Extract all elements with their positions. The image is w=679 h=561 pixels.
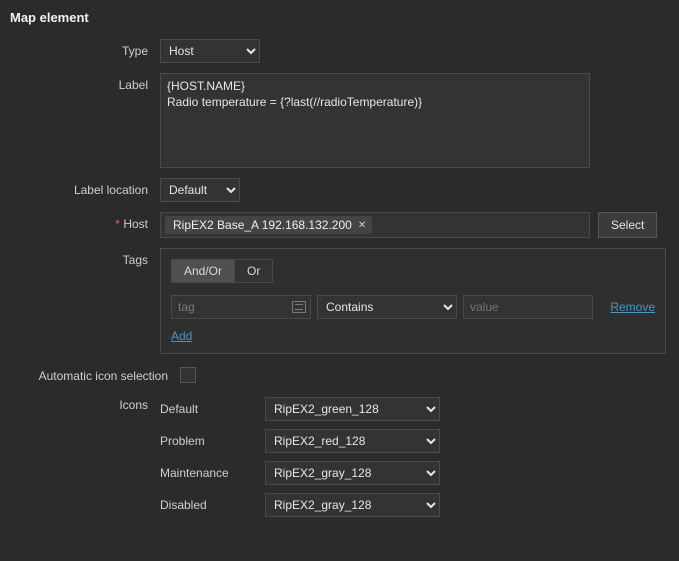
keyboard-icon[interactable] [292, 301, 306, 313]
select-tag-operator[interactable]: Contains [317, 295, 457, 319]
tag-name-input[interactable]: tag [171, 295, 311, 319]
row-auto-icon: Automatic icon selection [10, 364, 669, 383]
close-icon[interactable]: ✕ [358, 220, 366, 231]
label-tags: Tags [10, 248, 160, 267]
row-host: Host RipEX2 Base_A 192.168.132.200 ✕ Sel… [10, 212, 669, 238]
tags-eval-segmented: And/Or Or [171, 259, 273, 283]
add-tag-link[interactable]: Add [171, 329, 192, 343]
icons-block: Default RipEX2_green_128 Problem RipEX2_… [160, 397, 669, 525]
select-label-location[interactable]: Default [160, 178, 240, 202]
select-host-button[interactable]: Select [598, 212, 657, 238]
icon-row-maintenance: Maintenance RipEX2_gray_128 [160, 461, 440, 485]
seg-andor-button[interactable]: And/Or [171, 259, 235, 283]
host-chip-text: RipEX2 Base_A 192.168.132.200 [173, 218, 352, 232]
checkbox-auto-icon[interactable] [180, 367, 196, 383]
label-label-location: Label location [10, 178, 160, 197]
form-map-element: Map element Type Host Label Label locati… [0, 0, 679, 545]
label-label: Label [10, 73, 160, 92]
tag-value-input[interactable] [463, 295, 593, 319]
tag-row: tag Contains Remove [171, 295, 655, 319]
host-multiselect[interactable]: RipEX2 Base_A 192.168.132.200 ✕ [160, 212, 590, 238]
label-host: Host [10, 212, 160, 231]
remove-tag-link[interactable]: Remove [610, 300, 655, 314]
row-icons: Icons Default RipEX2_green_128 Problem R… [10, 393, 669, 525]
host-chip[interactable]: RipEX2 Base_A 192.168.132.200 ✕ [165, 216, 372, 234]
row-label: Label [10, 73, 669, 168]
label-auto-icon: Automatic icon selection [10, 364, 180, 383]
icon-label-maintenance: Maintenance [160, 466, 265, 480]
section-title: Map element [10, 6, 669, 39]
seg-or-button[interactable]: Or [235, 259, 273, 283]
row-type: Type Host [10, 39, 669, 63]
select-type[interactable]: Host [160, 39, 260, 63]
icon-label-default: Default [160, 402, 265, 416]
label-type: Type [10, 39, 160, 58]
select-icon-problem[interactable]: RipEX2_red_128 [265, 429, 440, 453]
row-label-location: Label location Default [10, 178, 669, 202]
icon-label-problem: Problem [160, 434, 265, 448]
row-tags: Tags And/Or Or tag Contains Remove [10, 248, 669, 354]
label-icons: Icons [10, 393, 160, 412]
select-icon-maintenance[interactable]: RipEX2_gray_128 [265, 461, 440, 485]
select-icon-disabled[interactable]: RipEX2_gray_128 [265, 493, 440, 517]
textarea-label[interactable] [160, 73, 590, 168]
tag-name-placeholder: tag [178, 300, 195, 314]
tags-box: And/Or Or tag Contains Remove Add [160, 248, 666, 354]
icon-label-disabled: Disabled [160, 498, 265, 512]
select-icon-default[interactable]: RipEX2_green_128 [265, 397, 440, 421]
icon-row-problem: Problem RipEX2_red_128 [160, 429, 440, 453]
icon-row-disabled: Disabled RipEX2_gray_128 [160, 493, 440, 517]
icon-row-default: Default RipEX2_green_128 [160, 397, 440, 421]
